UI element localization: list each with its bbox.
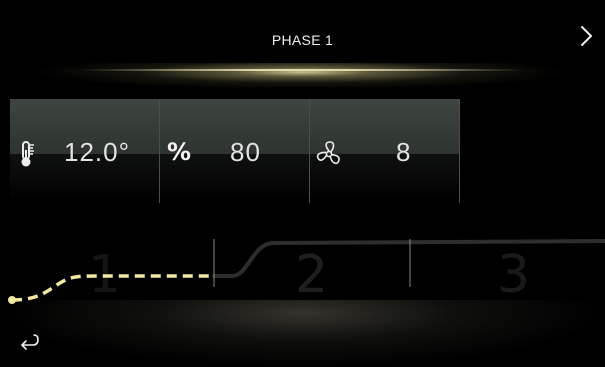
phase-screen: PHASE 1 12.0° % 80 8 1 2 3 <box>0 0 605 367</box>
chevron-right-icon <box>581 26 592 46</box>
humidity-tile[interactable]: % 80 <box>160 99 310 203</box>
percent-icon: % <box>166 138 192 166</box>
back-button[interactable] <box>16 329 42 355</box>
fan-speed-value: 8 <box>396 137 412 167</box>
fan-icon <box>314 139 344 169</box>
next-phase-button[interactable] <box>575 20 599 52</box>
readout-row: 12.0° % 80 8 <box>10 99 465 203</box>
page-title: PHASE 1 <box>271 32 334 48</box>
temperature-tile[interactable]: 12.0° <box>10 99 160 203</box>
header-glow-line <box>80 69 525 71</box>
fan-speed-tile[interactable]: 8 <box>310 99 460 203</box>
thermometer-icon <box>14 139 40 169</box>
footer-glow <box>0 300 605 367</box>
phase-profile-active <box>11 274 214 302</box>
header: PHASE 1 <box>0 0 605 89</box>
temperature-value: 12.0° <box>64 137 131 167</box>
return-arrow-icon <box>21 334 39 350</box>
humidity-value: 80 <box>230 137 261 167</box>
header-glow <box>40 63 565 89</box>
